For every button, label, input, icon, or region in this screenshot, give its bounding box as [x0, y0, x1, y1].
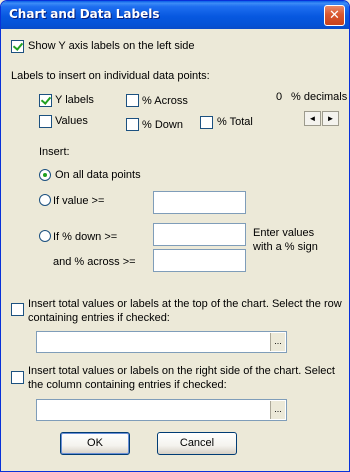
close-button[interactable]: ✕: [324, 5, 345, 26]
top-totals-range-input[interactable]: ...: [36, 331, 287, 353]
pct-down-checkbox[interactable]: [126, 118, 139, 131]
close-icon: ✕: [329, 8, 340, 23]
all-points-radio[interactable]: [39, 169, 51, 181]
pct-total-label: % Total: [217, 116, 253, 128]
percent-hint-line1: Enter values: [253, 227, 315, 239]
pct-across-checkbox[interactable]: [126, 94, 139, 107]
cancel-button[interactable]: Cancel: [157, 432, 237, 455]
decimals-increase-button[interactable]: ►: [322, 111, 339, 126]
if-value-input[interactable]: [153, 191, 246, 214]
chart-data-labels-dialog: Chart and Data Labels ✕ Show Y axis labe…: [0, 0, 350, 472]
if-value-label: If value >=: [53, 195, 105, 207]
pct-across-label: % Across: [142, 95, 188, 107]
top-totals-label-line1: Insert total values or labels at the top…: [28, 298, 342, 310]
pct-down-label: % Down: [142, 119, 183, 131]
labels-section-heading: Labels to insert on individual data poin…: [11, 70, 210, 82]
if-value-radio[interactable]: [39, 194, 51, 206]
and-pct-across-label: and % across >=: [53, 256, 136, 268]
top-totals-checkbox[interactable]: [11, 303, 24, 316]
if-pct-down-radio[interactable]: [39, 230, 51, 242]
y-labels-label: Y labels: [55, 94, 94, 106]
right-totals-range-input[interactable]: ...: [36, 399, 287, 421]
if-pct-down-label: If % down >=: [53, 231, 118, 243]
top-totals-range-button[interactable]: ...: [270, 333, 285, 351]
title-bar: Chart and Data Labels ✕: [1, 1, 349, 29]
values-checkbox[interactable]: [39, 115, 52, 128]
arrow-left-icon: ◄: [308, 114, 317, 123]
y-labels-checkbox[interactable]: [39, 94, 52, 107]
right-totals-range-button[interactable]: ...: [270, 401, 285, 419]
if-pct-down-input[interactable]: [153, 223, 246, 246]
decimals-value: 0: [276, 91, 283, 103]
decimals-decrease-button[interactable]: ◄: [304, 111, 321, 126]
decimals-label: % decimals: [291, 91, 348, 103]
show-y-axis-label: Show Y axis labels on the left side: [28, 40, 195, 52]
ok-button[interactable]: OK: [60, 432, 130, 455]
show-y-axis-checkbox[interactable]: [11, 40, 24, 53]
right-totals-checkbox[interactable]: [11, 371, 24, 384]
top-totals-label-line2: containing entries if checked:: [28, 312, 170, 324]
insert-heading: Insert:: [39, 146, 70, 158]
right-totals-label-line2: the column containing entries if checked…: [28, 379, 227, 391]
all-points-label: On all data points: [55, 169, 141, 181]
and-pct-across-input[interactable]: [153, 249, 246, 272]
dialog-title: Chart and Data Labels: [9, 7, 160, 21]
pct-total-checkbox[interactable]: [200, 116, 213, 129]
arrow-right-icon: ►: [326, 114, 335, 123]
percent-hint-line2: with a % sign: [253, 241, 318, 253]
right-totals-label-line1: Insert total values or labels on the rig…: [28, 365, 335, 377]
values-label: Values: [55, 115, 88, 127]
